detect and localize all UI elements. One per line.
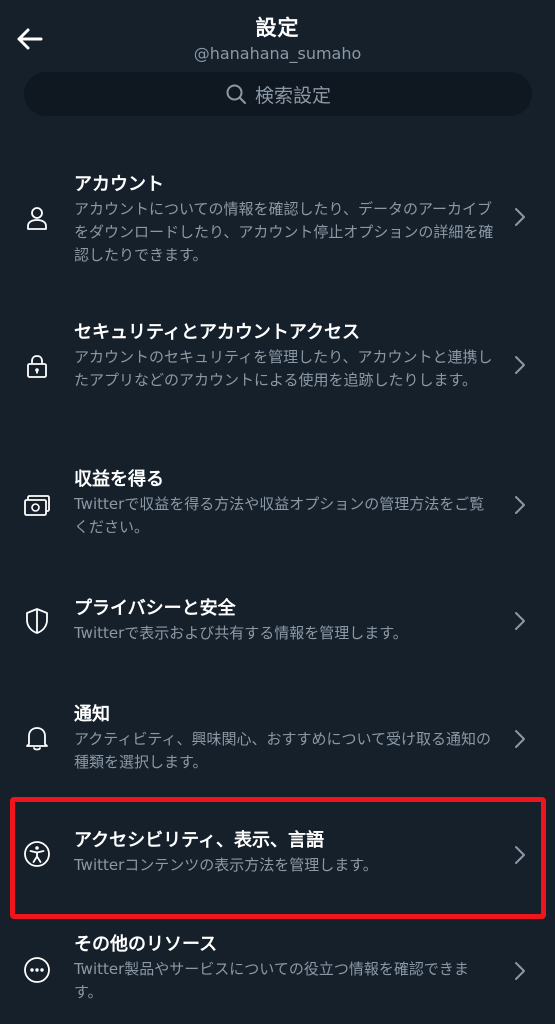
settings-item-label: その他のリソース [74,934,218,955]
settings-item-description: アカウントについての情報を確認したり、データのアーカイブをダウンロードしたり、ア… [74,200,494,264]
search-icon [226,84,246,104]
chevron-right-icon [513,960,527,982]
settings-item-description: アカウントのセキュリティを管理したり、アカウントと連携したアプリなどのアカウント… [74,348,493,389]
settings-item-label: アカウント [74,174,164,195]
settings-item-description: Twitter製品やサービスについての役立つ情報を確認できます。 [74,960,469,1001]
settings-item-label: 通知 [74,704,110,725]
settings-item-notifications[interactable]: 通知 アクティビティ、興味関心、おすすめについて受け取る通知の種類を選択します。 [0,700,555,780]
chevron-right-icon [513,354,527,376]
page-title: 設定 [255,16,300,40]
search-placeholder: 検索設定 [254,84,331,107]
settings-item-description: Twitterコンテンツの表示方法を管理します。 [74,856,378,874]
settings-item-description: Twitterで表示および共有する情報を管理します。 [74,624,408,642]
more-icon [23,956,51,984]
chevron-right-icon [513,610,527,632]
settings-item-label: セキュリティとアカウントアクセス [74,322,361,343]
lock-icon [23,352,51,380]
settings-item-account[interactable]: アカウント アカウントについての情報を確認したり、データのアーカイブをダウンロー… [0,168,555,272]
money-icon [23,491,51,519]
chevron-right-icon [513,494,527,516]
chevron-right-icon [513,206,527,228]
bell-icon [23,724,51,752]
settings-item-label: アクセシビリティ、表示、言語 [74,830,325,851]
settings-item-label: プライバシーと安全 [74,598,236,619]
settings-item-privacy[interactable]: プライバシーと安全 Twitterで表示および共有する情報を管理します。 [0,594,555,650]
header: 設定 @hanahana_sumaho [0,0,555,68]
chevron-right-icon [513,844,527,866]
settings-item-description: Twitterで収益を得る方法や収益オプションの管理方法をご覧ください。 [74,495,485,536]
settings-item-label: 収益を得る [74,469,164,490]
search-input[interactable]: 検索設定 [24,72,532,116]
accessibility-icon [23,840,51,868]
settings-item-description: アクティビティ、興味関心、おすすめについて受け取る通知の種類を選択します。 [74,730,492,771]
shield-icon [23,607,51,635]
settings-item-additional-resources[interactable]: その他のリソース Twitter製品やサービスについての役立つ情報を確認できます… [0,932,555,1012]
person-icon [23,204,51,232]
settings-item-monetization[interactable]: 収益を得る Twitterで収益を得る方法や収益オプションの管理方法をご覧くださ… [0,465,555,545]
settings-item-security[interactable]: セキュリティとアカウントアクセス アカウントのセキュリティを管理したり、アカウン… [0,316,555,420]
account-handle: @hanahana_sumaho [193,44,362,63]
settings-item-accessibility[interactable]: アクセシビリティ、表示、言語 Twitterコンテンツの表示方法を管理します。 [0,826,555,886]
chevron-right-icon [513,728,527,750]
